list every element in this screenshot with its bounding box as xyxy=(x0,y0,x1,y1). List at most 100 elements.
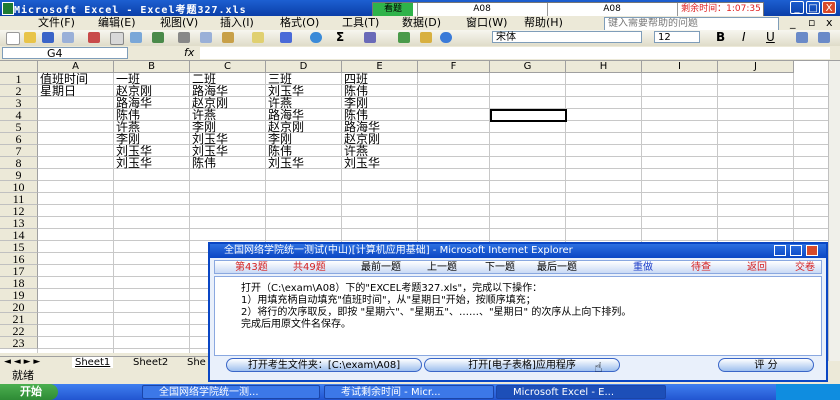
hyperlink-icon[interactable] xyxy=(310,32,322,43)
score-button[interactable]: 评 分 xyxy=(718,358,814,372)
row-header-23[interactable]: 23 xyxy=(0,337,38,349)
menu-window[interactable]: 窗口(W) xyxy=(466,16,507,30)
cell-a4[interactable] xyxy=(38,109,40,121)
sort-ascending-icon[interactable] xyxy=(364,32,376,43)
save-icon[interactable] xyxy=(42,32,54,43)
review-link[interactable]: 待查 xyxy=(691,261,711,275)
close-button[interactable]: X xyxy=(822,1,836,14)
open-folder-button[interactable]: 打开考生文件夹：[C:\exam\A08] xyxy=(226,358,422,372)
grid-row-line xyxy=(38,132,828,133)
menu-insert[interactable]: 插入(I) xyxy=(220,16,254,30)
next-question-link[interactable]: 下一题 xyxy=(485,261,515,275)
question-line-3: 2）将行的次序取反，即按 "星期六"、"星期五"、……、"星期日" 的次序从上向… xyxy=(241,307,632,318)
grid-row-line xyxy=(38,228,828,229)
undo-icon[interactable] xyxy=(280,32,292,43)
underline-button[interactable]: U xyxy=(766,30,775,44)
cell-e8[interactable]: 刘玉华 xyxy=(342,157,380,169)
view-question-tab[interactable]: 看题 xyxy=(373,3,413,16)
cell-a3[interactable] xyxy=(38,97,40,109)
menu-edit[interactable]: 编辑(E) xyxy=(98,16,136,30)
bold-button[interactable]: B xyxy=(716,30,725,44)
tab-scroll-icons[interactable]: ◄ ◄ ► ► xyxy=(4,357,40,367)
fx-icon[interactable]: fx xyxy=(184,46,194,59)
chart-wizard-icon[interactable] xyxy=(398,32,410,43)
cell-a7[interactable] xyxy=(38,145,40,157)
font-name-select[interactable]: 宋体 xyxy=(492,31,642,43)
paste-icon[interactable] xyxy=(222,32,234,43)
question-line-4: 完成后用原文件名保存。 xyxy=(241,319,351,330)
print-icon[interactable] xyxy=(110,32,124,45)
grid-row-line xyxy=(38,120,828,121)
permission-icon[interactable] xyxy=(62,32,74,43)
dialog-close-button[interactable] xyxy=(806,245,818,256)
doc-restore-button[interactable]: ▫ xyxy=(808,16,815,30)
name-box[interactable]: G4 xyxy=(2,47,128,60)
first-question-link[interactable]: 最前一题 xyxy=(361,261,401,275)
formula-input[interactable] xyxy=(200,47,830,59)
copy-icon[interactable] xyxy=(200,32,212,43)
excel-app-icon xyxy=(2,2,14,15)
column-header-h[interactable]: H xyxy=(566,61,642,73)
help-search-input[interactable]: 键入需要帮助的问题 xyxy=(604,17,779,31)
menu-format[interactable]: 格式(O) xyxy=(280,16,319,30)
align-left-icon[interactable] xyxy=(796,32,808,43)
cell-a2[interactable]: 星期日 xyxy=(38,85,76,97)
menu-bar: 文件(F) 编辑(E) 视图(V) 插入(I) 格式(O) 工具(T) 数据(D… xyxy=(0,16,840,31)
column-header-i[interactable]: I xyxy=(642,61,718,73)
align-center-icon[interactable] xyxy=(818,32,830,43)
tab-sheet3[interactable]: She xyxy=(184,357,209,368)
cut-icon[interactable] xyxy=(178,32,190,43)
back-link[interactable]: 返回 xyxy=(747,261,767,275)
last-question-link[interactable]: 最后一题 xyxy=(537,261,577,275)
tab-sheet2[interactable]: Sheet2 xyxy=(130,357,171,368)
cell-a6[interactable] xyxy=(38,133,40,145)
menu-file[interactable]: 文件(F) xyxy=(38,16,75,30)
open-icon[interactable] xyxy=(24,32,36,43)
question-line-1: 打开（C:\exam\A08）下的"EXCEL考题327.xls"，完成以下操作… xyxy=(241,283,543,294)
italic-button[interactable]: I xyxy=(742,30,746,44)
cell-a8[interactable] xyxy=(38,157,40,169)
help-icon[interactable] xyxy=(440,32,452,43)
prev-question-link[interactable]: 上一题 xyxy=(427,261,457,275)
dialog-minimize-button[interactable] xyxy=(774,245,786,256)
cell-a5[interactable] xyxy=(38,121,40,133)
autosum-icon[interactable]: Σ xyxy=(336,30,344,44)
cell-b8[interactable]: 刘玉华 xyxy=(114,157,152,169)
menu-tools[interactable]: 工具(T) xyxy=(342,16,379,30)
column-header-f[interactable]: F xyxy=(418,61,490,73)
doc-minimize-button[interactable]: _ xyxy=(790,16,796,30)
column-header-g[interactable]: G xyxy=(490,61,566,73)
question-line-2: 1）用填充柄自动填充"值班时间"，从"星期日"开始，按顺序填充； xyxy=(241,295,536,306)
vertical-scrollbar[interactable] xyxy=(828,61,840,361)
tab-sheet1[interactable]: Sheet1 xyxy=(72,357,114,368)
font-size-select[interactable]: 12 xyxy=(654,31,700,43)
doc-close-button[interactable]: x xyxy=(826,16,833,30)
dialog-maximize-button[interactable] xyxy=(790,245,802,256)
format-painter-icon[interactable] xyxy=(252,32,264,43)
maximize-button[interactable]: □ xyxy=(806,1,820,14)
open-app-button[interactable]: 打开[电子表格]应用程序 xyxy=(424,358,620,372)
redo-link[interactable]: 重做 xyxy=(633,261,653,275)
print-preview-icon[interactable] xyxy=(130,32,142,43)
task-timer[interactable]: 考试剩余时间 - Micr... xyxy=(324,385,494,399)
email-icon[interactable] xyxy=(88,32,100,43)
drawing-icon[interactable] xyxy=(420,32,432,43)
new-icon[interactable] xyxy=(6,32,20,45)
menu-view[interactable]: 视图(V) xyxy=(160,16,198,30)
task-exam-browser[interactable]: 全国网络学院统一测... xyxy=(142,385,320,399)
task-excel[interactable]: Microsoft Excel - E... xyxy=(496,385,666,399)
spelling-icon[interactable] xyxy=(152,32,164,43)
cell-d8[interactable]: 刘玉华 xyxy=(266,157,304,169)
start-button[interactable]: 开始 xyxy=(0,384,58,400)
grid-row-line xyxy=(38,156,828,157)
question-text: 打开（C:\exam\A08）下的"EXCEL考题327.xls"，完成以下操作… xyxy=(214,276,822,356)
minimize-button[interactable]: _ xyxy=(790,1,804,14)
menu-data[interactable]: 数据(D) xyxy=(402,16,441,30)
menu-help[interactable]: 帮助(H) xyxy=(524,16,563,30)
submit-link[interactable]: 交卷 xyxy=(795,261,815,275)
column-header-j[interactable]: J xyxy=(718,61,794,73)
folder-label-2: A08 xyxy=(547,3,676,16)
status-text: 就绪 xyxy=(12,369,34,382)
cell-c8[interactable]: 陈伟 xyxy=(190,157,216,169)
grid-row-line xyxy=(38,180,828,181)
